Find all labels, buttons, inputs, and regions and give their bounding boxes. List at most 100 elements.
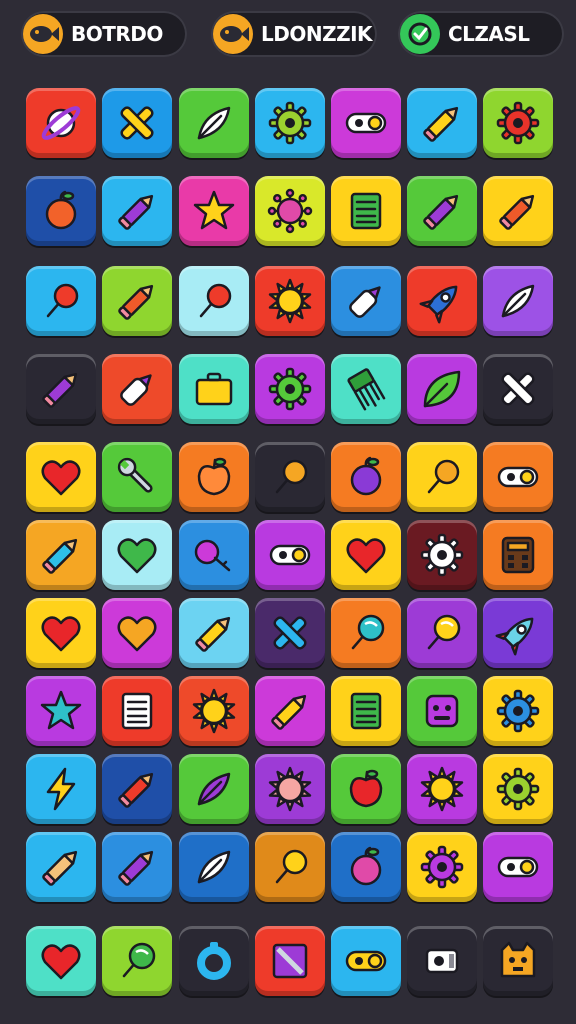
board-tile[interactable] <box>331 676 401 746</box>
board-tile[interactable] <box>26 926 96 996</box>
board-tile[interactable] <box>483 754 553 824</box>
board-tile[interactable] <box>179 832 249 902</box>
board-tile[interactable] <box>483 926 553 996</box>
board-tile[interactable] <box>179 520 249 590</box>
board-tile[interactable] <box>179 176 249 246</box>
board-tile[interactable] <box>26 442 96 512</box>
board-tile[interactable] <box>255 520 325 590</box>
board-tile[interactable] <box>255 926 325 996</box>
board-tile[interactable] <box>255 354 325 424</box>
marker-icon <box>349 286 381 318</box>
heart-icon <box>346 538 386 574</box>
frame-icon <box>272 943 308 979</box>
board-tile[interactable] <box>255 88 325 158</box>
board-tile[interactable] <box>102 354 172 424</box>
pencil-icon <box>118 772 154 808</box>
board-tile[interactable] <box>407 926 477 996</box>
board-tile[interactable] <box>179 926 249 996</box>
apple-icon <box>349 769 383 808</box>
virus-icon <box>267 188 313 234</box>
gear-icon <box>496 689 540 733</box>
board-tile[interactable] <box>179 442 249 512</box>
board-tile[interactable] <box>102 926 172 996</box>
board-tile[interactable] <box>407 442 477 512</box>
board-tile[interactable] <box>407 354 477 424</box>
board-tile[interactable] <box>483 176 553 246</box>
board-tile[interactable] <box>179 266 249 336</box>
board-tile[interactable] <box>483 442 553 512</box>
board-tile[interactable] <box>331 832 401 902</box>
feather-icon <box>197 850 231 884</box>
board-tile[interactable] <box>483 520 553 590</box>
board-tile[interactable] <box>102 266 172 336</box>
board-tile[interactable] <box>255 598 325 668</box>
board-tile[interactable] <box>102 754 172 824</box>
board-tile[interactable] <box>26 520 96 590</box>
board-tile[interactable] <box>102 442 172 512</box>
board-tile[interactable] <box>331 176 401 246</box>
board-tile[interactable] <box>483 354 553 424</box>
board-tile[interactable] <box>255 676 325 746</box>
board-tile[interactable] <box>26 88 96 158</box>
board-tile[interactable] <box>255 442 325 512</box>
board-tile[interactable] <box>179 754 249 824</box>
pencil-icon <box>499 194 535 230</box>
board-tile[interactable] <box>407 266 477 336</box>
board-tile[interactable] <box>483 832 553 902</box>
board-tile[interactable] <box>407 520 477 590</box>
pin-icon <box>46 283 79 318</box>
board-tile[interactable] <box>331 598 401 668</box>
heart-icon <box>41 616 81 652</box>
board-tile[interactable] <box>179 676 249 746</box>
board-tile[interactable] <box>102 88 172 158</box>
board-tile[interactable] <box>331 442 401 512</box>
gear-icon <box>496 101 540 145</box>
board-tile[interactable] <box>331 266 401 336</box>
board-tile[interactable] <box>102 832 172 902</box>
board-tile[interactable] <box>179 88 249 158</box>
board-tile[interactable] <box>255 266 325 336</box>
sun-icon <box>268 766 312 812</box>
key-icon <box>194 539 231 572</box>
board-tile[interactable] <box>26 266 96 336</box>
board-tile[interactable] <box>26 676 96 746</box>
board-tile[interactable] <box>483 266 553 336</box>
board-tile[interactable] <box>26 832 96 902</box>
feather-icon <box>501 284 535 318</box>
board-tile[interactable] <box>26 176 96 246</box>
robot-icon <box>425 694 459 728</box>
marker-icon <box>120 374 152 406</box>
board-tile[interactable] <box>331 520 401 590</box>
board-tile[interactable] <box>102 520 172 590</box>
board-tile[interactable] <box>331 88 401 158</box>
board-tile[interactable] <box>407 676 477 746</box>
board-tile[interactable] <box>26 754 96 824</box>
board-tile[interactable] <box>102 598 172 668</box>
board-tile[interactable] <box>255 754 325 824</box>
board-tile[interactable] <box>331 926 401 996</box>
board-tile[interactable] <box>483 676 553 746</box>
board-tile[interactable] <box>407 754 477 824</box>
board-tile[interactable] <box>407 832 477 902</box>
board-tile[interactable] <box>483 88 553 158</box>
board-tile[interactable] <box>26 354 96 424</box>
board-tile[interactable] <box>179 598 249 668</box>
board-tile[interactable] <box>407 598 477 668</box>
board-tile[interactable] <box>179 354 249 424</box>
pencil-icon <box>118 284 154 320</box>
board-tile[interactable] <box>255 832 325 902</box>
board-tile[interactable] <box>331 754 401 824</box>
brush-icon <box>347 368 386 411</box>
board-tile[interactable] <box>102 176 172 246</box>
board-tile[interactable] <box>483 598 553 668</box>
board-tile[interactable] <box>102 676 172 746</box>
pencil-icon <box>423 106 459 142</box>
ring-icon <box>197 942 231 980</box>
board-tile[interactable] <box>331 354 401 424</box>
game-board <box>0 0 576 1024</box>
board-tile[interactable] <box>255 176 325 246</box>
rocket-icon <box>495 617 534 656</box>
board-tile[interactable] <box>26 598 96 668</box>
board-tile[interactable] <box>407 88 477 158</box>
board-tile[interactable] <box>407 176 477 246</box>
